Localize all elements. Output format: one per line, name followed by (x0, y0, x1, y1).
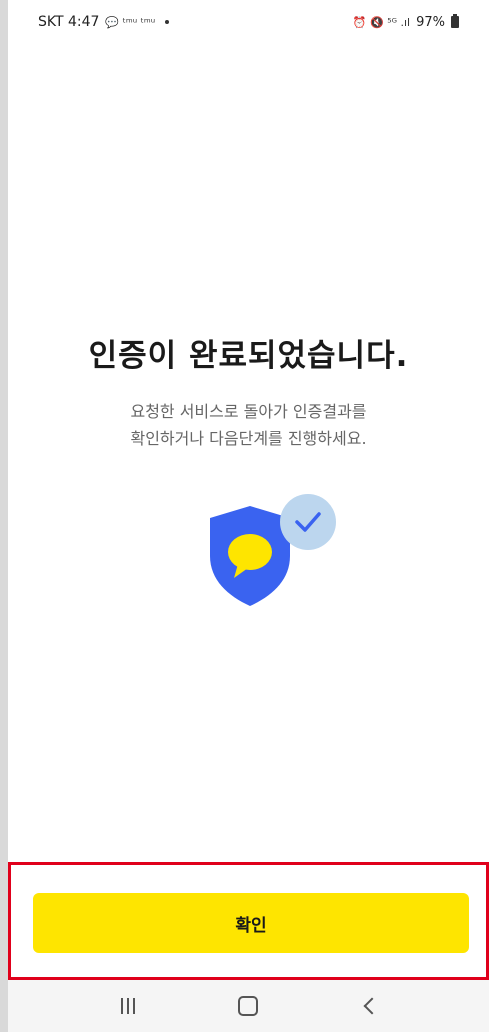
subtitle-line-1: 요청한 서비스로 돌아가 인증결과를 (130, 402, 367, 421)
battery-icon (451, 14, 459, 28)
recents-icon (121, 998, 136, 1014)
carrier-time: SKT 4:47 (38, 14, 100, 30)
system-status-icons: ⏰ 🔇 ⁵ᴳ .ıl (352, 15, 411, 29)
more-notifications-dot-icon (165, 20, 170, 24)
screen: SKT 4:47 💬 ᵗᵐᵘ ᵗᵐᵘ ⏰ 🔇 ⁵ᴳ .ıl 97% 인증이 완료… (8, 0, 489, 1032)
subtitle-line-2: 확인하거나 다음단계를 진행하세요. (130, 429, 367, 448)
home-button[interactable] (228, 986, 268, 1026)
recents-button[interactable] (108, 986, 148, 1026)
system-nav-bar (8, 980, 489, 1032)
status-bar-right: ⏰ 🔇 ⁵ᴳ .ıl 97% (352, 14, 459, 30)
back-button[interactable] (349, 986, 389, 1026)
shield-chat-icon (210, 494, 336, 606)
page-title: 인증이 완료되었습니다. (88, 338, 409, 374)
confirm-button[interactable]: 확인 (33, 893, 469, 953)
chat-bubble-icon (228, 534, 272, 570)
confirm-button-area: 확인 (8, 862, 489, 980)
home-icon (238, 996, 259, 1016)
check-badge-icon (280, 494, 336, 550)
battery-percent: 97% (416, 14, 445, 30)
verification-illustration (204, 492, 336, 610)
back-icon (363, 997, 381, 1015)
page-subtitle: 요청한 서비스로 돌아가 인증결과를 확인하거나 다음단계를 진행하세요. (8, 398, 489, 452)
notification-icons: 💬 ᵗᵐᵘ ᵗᵐᵘ (105, 15, 156, 29)
status-bar-left: SKT 4:47 💬 ᵗᵐᵘ ᵗᵐᵘ (38, 14, 170, 30)
status-bar: SKT 4:47 💬 ᵗᵐᵘ ᵗᵐᵘ ⏰ 🔇 ⁵ᴳ .ıl 97% (8, 0, 489, 44)
